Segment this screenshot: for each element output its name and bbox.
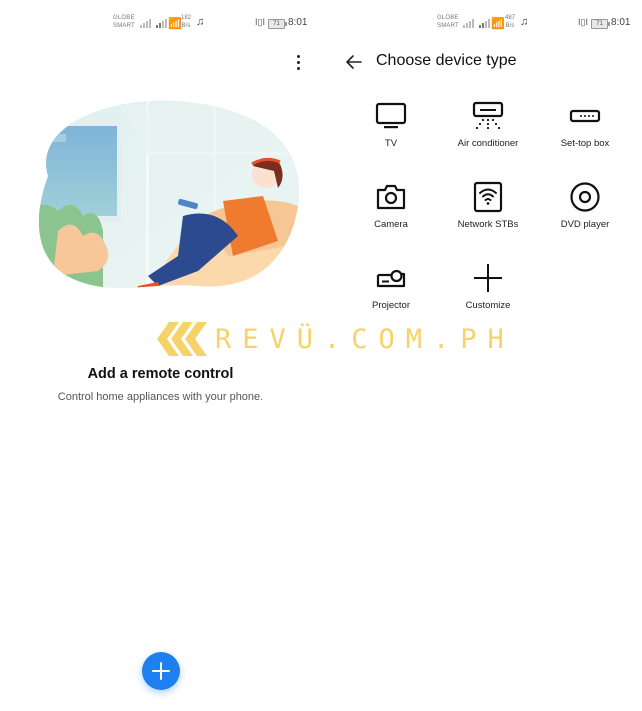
signal-icon xyxy=(156,18,168,28)
plus-icon xyxy=(474,264,502,292)
vibrate-icon: I▯I xyxy=(578,17,588,27)
device-type-tv[interactable]: TV xyxy=(343,100,439,160)
clock: 8:01 xyxy=(611,17,631,28)
battery-icon: 71 xyxy=(268,19,287,29)
music-icon: ♫ xyxy=(520,16,529,28)
empty-state-illustration xyxy=(38,100,300,289)
wifi-icon: 📶 xyxy=(491,18,505,30)
wifi-icon: 📶 xyxy=(168,18,182,30)
empty-state-title: Add a remote control xyxy=(87,366,234,382)
empty-state-subtitle: Control home appliances with your phone. xyxy=(57,391,264,403)
carrier-line-1: GLOBE xyxy=(113,15,135,21)
add-remote-button[interactable] xyxy=(142,652,180,690)
signal-icon xyxy=(140,18,152,28)
device-type-label: Projector xyxy=(371,300,410,311)
network-speed: 182 B/s xyxy=(181,14,191,30)
carrier-label: GLOBE SMART xyxy=(437,14,459,30)
status-bar: GLOBE SMART 📶 487 B/s ♫ I▯I 71 8:01 xyxy=(321,14,642,34)
music-icon: ♫ xyxy=(196,16,205,28)
device-type-network-stb[interactable]: Network STBs xyxy=(440,181,536,241)
set-top-box-icon xyxy=(569,109,601,123)
watermark-text: REVÜ.COM.PH xyxy=(215,324,515,355)
vibrate-icon: I▯I xyxy=(255,17,265,27)
app-bar: Choose device type xyxy=(321,44,642,80)
device-type-label: Camera xyxy=(374,219,408,230)
device-type-label: TV xyxy=(384,138,398,149)
signal-icon xyxy=(479,18,491,28)
page-title: Choose device type xyxy=(376,52,517,69)
camera-icon xyxy=(376,184,406,210)
dvd-icon xyxy=(570,182,600,212)
device-type-dvd-player[interactable]: DVD player xyxy=(537,181,633,241)
network-speed: 487 B/s xyxy=(505,14,515,30)
signal-icon xyxy=(463,18,475,28)
more-vertical-icon xyxy=(297,55,300,58)
arrow-left-icon xyxy=(346,55,362,69)
device-type-set-top-box[interactable]: Set-top box xyxy=(537,100,633,160)
network-stb-icon xyxy=(473,181,503,213)
more-vertical-icon-dot xyxy=(297,67,300,70)
carrier-line-2: SMART xyxy=(113,23,135,29)
projector-icon xyxy=(376,269,406,288)
speed-value: 487 xyxy=(505,15,516,21)
battery-icon: 71 xyxy=(591,19,610,29)
device-type-label: Air conditioner xyxy=(457,138,519,149)
tv-icon xyxy=(375,102,407,129)
more-options-button[interactable] xyxy=(288,52,308,72)
device-type-label: Network STBs xyxy=(457,219,519,230)
device-type-camera[interactable]: Camera xyxy=(343,181,439,241)
plus-icon xyxy=(152,662,170,680)
device-type-projector[interactable]: Projector xyxy=(343,262,439,322)
watermark: REVÜ.COM.PH xyxy=(155,322,504,358)
carrier-line-2: SMART xyxy=(437,23,459,29)
device-type-air-conditioner[interactable]: Air conditioner xyxy=(440,100,536,160)
more-vertical-icon-dot xyxy=(297,61,300,64)
speed-value: 182 xyxy=(181,15,192,21)
back-button[interactable] xyxy=(343,51,365,73)
device-type-label: DVD player xyxy=(560,219,610,230)
status-bar: GLOBE SMART 📶 182 B/s ♫ I▯I 71 8:01 xyxy=(0,14,321,34)
air-conditioner-icon xyxy=(472,101,504,130)
speed-unit: B/s xyxy=(181,23,191,29)
watermark-chevron-icon xyxy=(157,322,207,356)
speed-unit: B/s xyxy=(505,23,515,29)
device-type-label: Customize xyxy=(465,300,511,311)
device-type-customize[interactable]: Customize xyxy=(440,262,536,322)
device-type-label: Set-top box xyxy=(560,138,610,149)
carrier-line-1: GLOBE xyxy=(437,15,459,21)
clock: 8:01 xyxy=(288,17,308,28)
carrier-label: GLOBE SMART xyxy=(113,14,135,30)
